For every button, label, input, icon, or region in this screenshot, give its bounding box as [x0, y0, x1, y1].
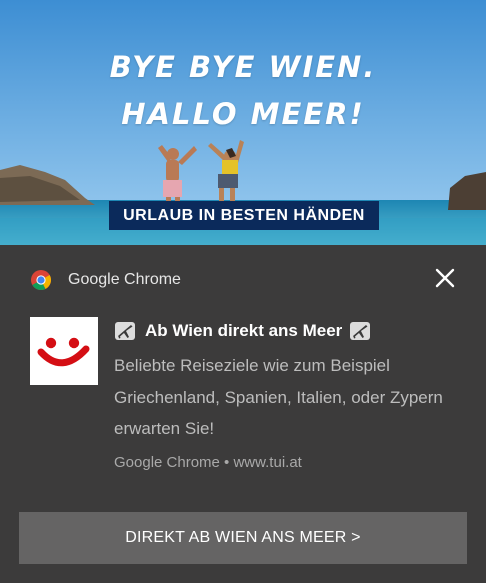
airplane-icon: [115, 322, 135, 340]
close-icon[interactable]: [432, 265, 458, 291]
notification-panel: Google Chrome Ab Wien direkt ans Meer Be…: [0, 245, 486, 583]
notification-title: Ab Wien direkt ans Meer: [114, 321, 371, 341]
tui-logo: [30, 317, 98, 385]
hero-tagline-banner: URLAUB IN BESTEN HÄNDEN: [109, 201, 379, 230]
notification-source: Google Chrome • www.tui.at: [114, 454, 302, 471]
app-name: Google Chrome: [68, 271, 181, 288]
notification-title-text: Ab Wien direkt ans Meer: [145, 321, 343, 340]
cta-button[interactable]: DIREKT AB WIEN ANS MEER >: [19, 512, 467, 564]
hero-headline-line2: HALLO MEER!: [121, 97, 365, 131]
chrome-icon: [31, 270, 51, 290]
ad-hero-image: BYE BYE WIEN. HALLO MEER! URLAUB IN BEST…: [0, 0, 486, 245]
notification-message: Beliebte Reiseziele wie zum Beispiel Gri…: [114, 356, 443, 438]
airplane-icon: [350, 322, 371, 340]
hero-headline-line1: BYE BYE WIEN.: [109, 50, 377, 84]
